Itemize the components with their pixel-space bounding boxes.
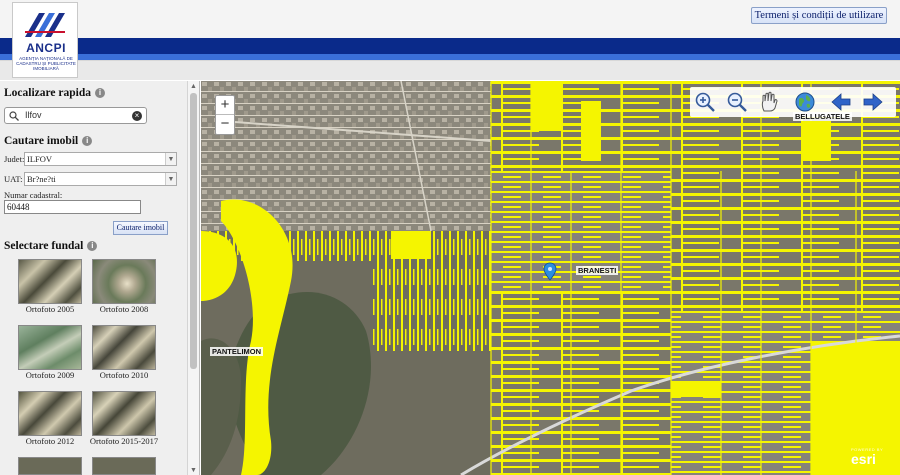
basemap-title-text: Selectare fundal <box>4 240 84 252</box>
info-icon[interactable]: i <box>95 88 105 98</box>
esri-logo: POWERED BY esri <box>851 447 891 471</box>
quick-search-value: Ilfov <box>25 110 42 120</box>
sidebar-scrollbar[interactable]: ▲ ▼ <box>187 81 199 475</box>
basemap-thumb-2005[interactable] <box>18 259 82 304</box>
logo-subtitle: AGENȚIA NAȚIONALĂ DE CADASTRU ȘI PUBLICI… <box>16 56 76 71</box>
basemap-thumb-2008[interactable] <box>92 259 156 304</box>
county-value: ILFOV <box>27 154 53 164</box>
map-view[interactable]: + − BELLUGATELE BRANESTI PANTELIMON POWE… <box>201 81 900 475</box>
chevron-down-icon: ▼ <box>165 173 176 185</box>
basemap-thumb-more[interactable] <box>92 457 156 475</box>
cadastral-number-input[interactable]: 60448 <box>4 200 141 214</box>
info-icon[interactable]: i <box>82 136 93 146</box>
pan-hand-icon[interactable] <box>758 91 780 113</box>
info-icon[interactable]: i <box>87 241 98 251</box>
clear-icon[interactable]: × <box>132 111 142 121</box>
esri-powered-by: POWERED BY <box>851 447 884 452</box>
sidebar: Localizare rapida i Ilfov × Cautare imobi… <box>0 81 200 475</box>
esri-brand: esri <box>851 451 876 467</box>
chevron-down-icon: ▼ <box>165 153 176 165</box>
globe-icon[interactable] <box>794 91 816 113</box>
county-select[interactable]: ILFOV ▼ <box>24 152 177 166</box>
basemap-thumb-2009[interactable] <box>18 325 82 370</box>
quick-locate-title-text: Localizare rapida <box>4 87 91 99</box>
property-search-title: Cautare imobil i <box>4 135 93 147</box>
place-label: PANTELIMON <box>210 347 264 356</box>
uat-select[interactable]: Br?ne?ti ▼ <box>24 172 177 186</box>
basemap-thumb-2010[interactable] <box>92 325 156 370</box>
map-imagery <box>201 81 900 475</box>
scroll-down-icon[interactable]: ▼ <box>188 465 199 475</box>
header: ANCPI AGENȚIA NAȚIONALĂ DE CADASTRU ȘI P… <box>0 0 900 80</box>
basemap-label: Ortofoto 2010 <box>99 370 149 380</box>
basemap-label: Ortofoto 2015-2017 <box>89 436 159 446</box>
scrollbar-thumb[interactable] <box>190 93 197 369</box>
app-window: ANCPI AGENȚIA NAȚIONALĂ DE CADASTRU ȘI P… <box>0 0 900 475</box>
county-label: Judet: <box>4 154 25 164</box>
search-property-button[interactable]: Cautare imobil <box>113 221 168 235</box>
basemap-label: Ortofoto 2009 <box>25 370 75 380</box>
header-gray-band <box>0 60 900 80</box>
zoom-control: + − <box>215 95 235 135</box>
place-label: BRANESTI <box>576 266 619 275</box>
terms-button[interactable]: Termeni și condiții de utilizare <box>751 7 887 24</box>
arrow-left-icon[interactable] <box>830 91 852 113</box>
basemap-label: Ortofoto 2008 <box>99 304 149 314</box>
basemap-thumb-2012[interactable] <box>18 391 82 436</box>
basemap-thumb-more[interactable] <box>18 457 82 475</box>
zoom-out-button[interactable]: − <box>216 115 234 134</box>
search-icon <box>9 111 19 121</box>
basemap-title: Selectare fundal i <box>4 240 98 252</box>
zoom-in-button[interactable]: + <box>216 96 234 115</box>
basemap-label: Ortofoto 2005 <box>25 304 75 314</box>
basemap-thumb-2015-2017[interactable] <box>92 391 156 436</box>
quick-locate-title: Localizare rapida i <box>4 87 105 99</box>
logo-mark-icon <box>25 13 65 37</box>
ancpi-logo[interactable]: ANCPI AGENȚIA NAȚIONALĂ DE CADASTRU ȘI P… <box>12 2 78 78</box>
header-blue-band <box>0 38 900 54</box>
cadastral-label: Numar cadastral: <box>4 190 63 200</box>
place-label: BELLUGATELE <box>793 112 852 121</box>
zoom-in-icon[interactable] <box>694 91 716 113</box>
scroll-up-icon[interactable]: ▲ <box>188 81 199 91</box>
quick-search-input[interactable]: Ilfov × <box>4 107 147 124</box>
basemap-label: Ortofoto 2012 <box>25 436 75 446</box>
logo-name: ANCPI <box>26 41 66 55</box>
uat-label: UAT: <box>4 174 23 184</box>
arrow-right-icon[interactable] <box>862 91 884 113</box>
property-search-title-text: Cautare imobil <box>4 135 79 147</box>
zoom-out-icon[interactable] <box>726 91 748 113</box>
uat-value: Br?ne?ti <box>27 174 56 184</box>
